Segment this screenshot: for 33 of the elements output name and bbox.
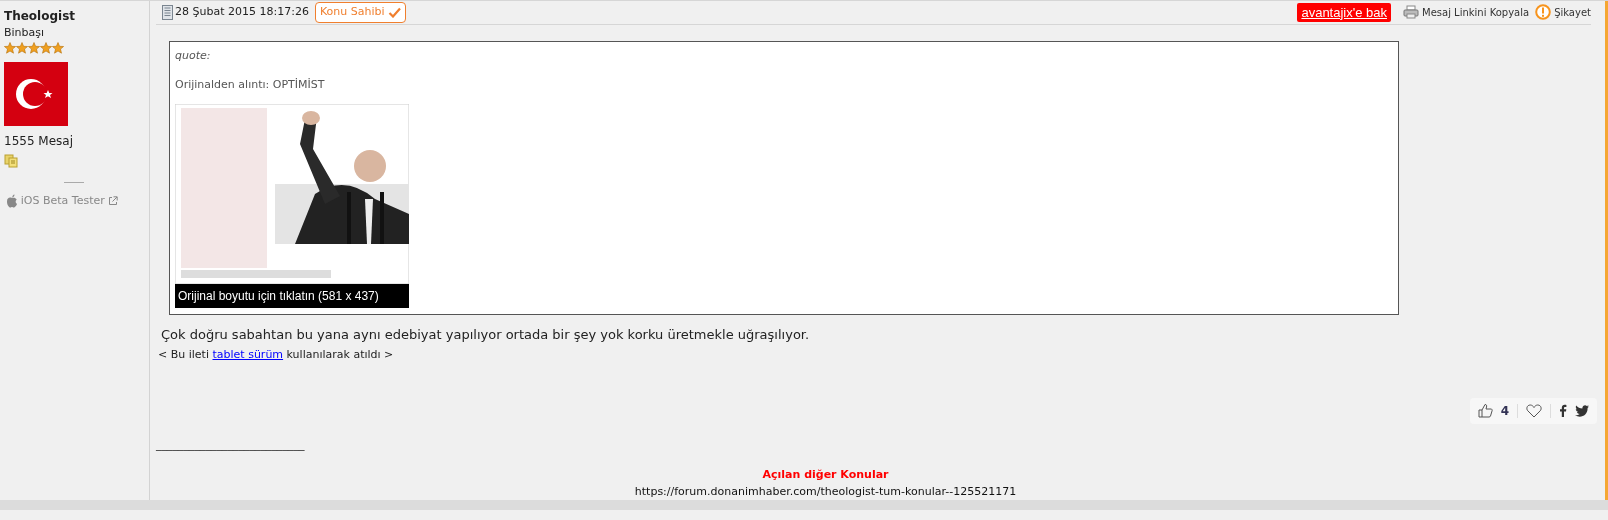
check-icon xyxy=(387,6,401,18)
post-text: Çok doğru sabahtan bu yana aynı edebiyat yapılıyor ortada bir şey yok korku üretmekle uğraşılıyor. xyxy=(161,325,811,344)
star-icon xyxy=(4,41,16,54)
star-icon xyxy=(40,41,52,54)
quote-source: Orijinalden alıntı: OPTİMİST xyxy=(175,77,325,93)
post-date: 28 Şubat 2015 18:17:26 xyxy=(175,4,309,20)
signature-heading: Açılan diğer Konular xyxy=(762,467,889,483)
star-icon xyxy=(16,41,28,54)
owner-label: Konu Sahibi xyxy=(319,4,385,20)
flag-drawing xyxy=(4,61,68,126)
star-icon xyxy=(52,41,64,54)
signature-rule: ___________________________ xyxy=(156,436,306,453)
document-icon xyxy=(162,4,173,20)
post-count: 1555 Mesaj xyxy=(4,132,74,150)
copy-link[interactable]: Mesaj Linkini Kopyala xyxy=(1422,4,1530,20)
thumbs-up-icon[interactable] xyxy=(1477,403,1493,418)
facebook-icon[interactable] xyxy=(1559,404,1567,417)
heart-icon[interactable] xyxy=(1526,403,1542,418)
like-count: 4 xyxy=(1500,402,1509,420)
quote-label: quote: xyxy=(175,47,211,64)
footer-note: < Bu ileti tablet sürüm kullanılarak atıldı > xyxy=(158,347,395,363)
twitter-icon[interactable] xyxy=(1575,404,1589,417)
report-link[interactable]: Şikayet xyxy=(1554,4,1591,20)
image-caption[interactable]: Orijinal boyutu için tıklatın (581 x 437) xyxy=(175,283,409,308)
user-name[interactable]: Theologist xyxy=(4,7,76,25)
ad-link[interactable]: avantajix'e bak xyxy=(1297,2,1391,22)
version-link[interactable]: tablet sürüm xyxy=(212,348,284,361)
user-rank: Binbaşı xyxy=(4,25,45,41)
printer-icon[interactable] xyxy=(1403,5,1419,20)
external-link-icon[interactable] xyxy=(107,195,118,206)
star-icon xyxy=(28,41,40,54)
signature-url: https://forum.donanimhaber.com/theologist-tum-konular--125521171 xyxy=(634,483,1017,500)
apple-icon xyxy=(6,193,18,208)
